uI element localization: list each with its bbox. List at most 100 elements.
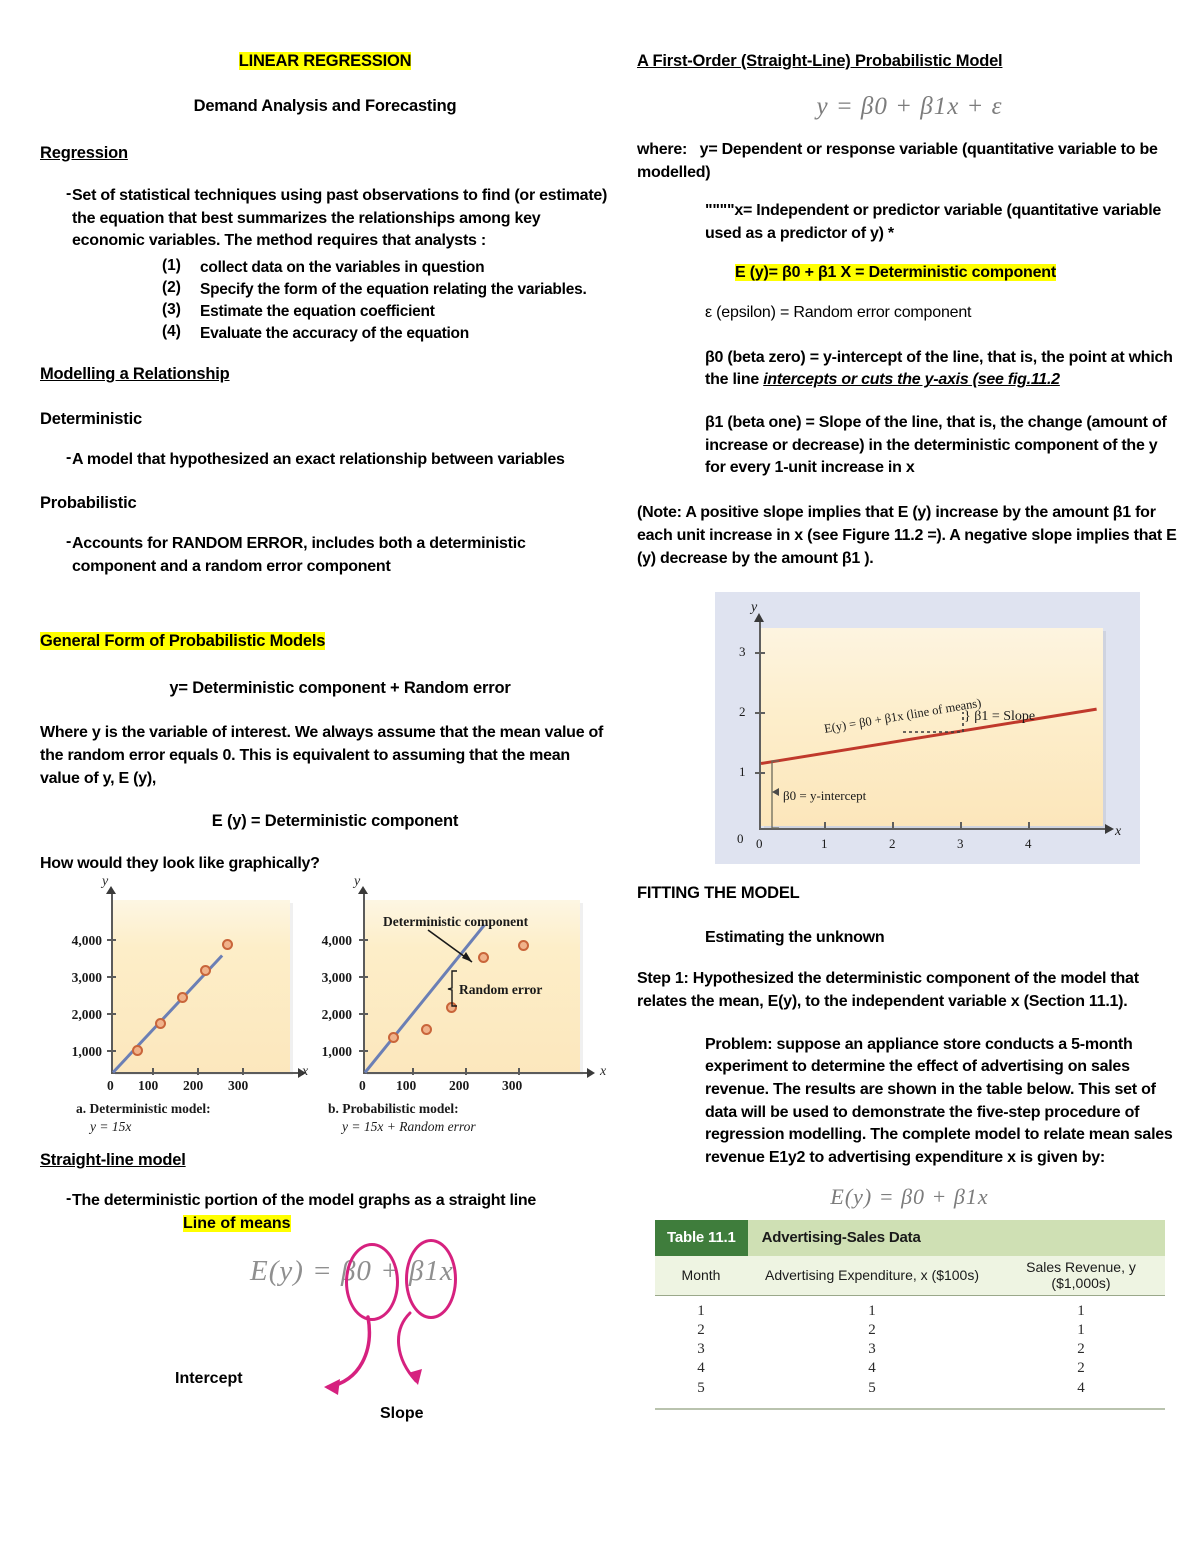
- step-number: (3): [162, 301, 181, 319]
- cell-advertising: 5: [868, 1379, 876, 1396]
- y-tick-mark: [359, 939, 368, 942]
- x-axis-arrow-icon: [587, 1068, 595, 1079]
- brace-icon: [447, 970, 457, 1007]
- y-tick-label: 4,000: [71, 933, 102, 949]
- y-tick-label: 3,000: [321, 970, 352, 986]
- page-title-text: LINEAR REGRESSION: [238, 52, 412, 70]
- table-column-headers: Month Advertising Expenditure, x ($100s)…: [655, 1255, 1165, 1296]
- y-axis: [111, 892, 113, 1075]
- heading-general-form: General Form of Probabilistic Models: [40, 632, 610, 651]
- cell-month: 2: [697, 1322, 705, 1338]
- x-tick-label: 300: [502, 1078, 523, 1094]
- x-tick-mark: [892, 822, 894, 831]
- table-header-bar: Table 11.1 Advertising-Sales Data: [655, 1219, 1165, 1256]
- table-row: 2 2 1: [655, 1321, 1165, 1340]
- chart-caption-equation: y = 15x: [90, 1119, 132, 1135]
- x-tick-mark: [960, 822, 962, 831]
- ey-deterministic-equation: E (y) = Deterministic component: [211, 812, 459, 831]
- deterministic-bullet-text: A model that hypothesized an exact relat…: [72, 451, 565, 469]
- x-tick-label: 200: [449, 1078, 470, 1094]
- chart-caption-title: a. Deterministic model:: [76, 1101, 211, 1117]
- x-tick-label: 100: [138, 1078, 159, 1094]
- x-tick-label: 0: [756, 836, 763, 852]
- y-tick-mark: [359, 1050, 368, 1053]
- beta1-circle-annotation: [405, 1238, 457, 1319]
- epsilon-definition: ε (epsilon) = Random error component: [705, 303, 972, 321]
- x-tick-mark: [152, 1068, 154, 1076]
- cell-advertising: 1: [868, 1302, 876, 1319]
- step-text: collect data on the variables in questio…: [200, 259, 485, 277]
- regression-steps-list: (1) collect data on the variables in que…: [40, 257, 610, 345]
- y-tick-mark: [107, 939, 116, 942]
- bullet-dash-icon: -: [66, 532, 72, 550]
- heading-deterministic: Deterministic: [40, 410, 142, 429]
- y-tick-mark: [755, 772, 765, 775]
- beta0-definition: β0 (beta zero) = y-intercept of the line…: [637, 347, 1182, 392]
- cell-sales: 4: [1077, 1379, 1085, 1396]
- bullet-dash-icon: -: [66, 1190, 72, 1208]
- heading-first-order-model: A First-Order (Straight-Line) Probabilis…: [637, 52, 1003, 70]
- x-tick-mark: [197, 1068, 199, 1076]
- heading-straight-line-model: Straight-line model: [40, 1151, 186, 1170]
- cell-advertising: 2: [868, 1322, 876, 1338]
- step-text: Evaluate the accuracy of the equation: [200, 325, 469, 343]
- step1-paragraph: Step 1: Hypothesized the deterministic c…: [637, 970, 1139, 1010]
- y-tick-mark: [107, 976, 116, 979]
- advertising-sales-data-table: Table 11.1 Advertising-Sales Data Month …: [655, 1219, 1165, 1410]
- deterministic-component-highlight: E (y)= β0 + β1 X = Deterministic compone…: [637, 263, 1182, 282]
- bullet-dash-icon: -: [66, 449, 72, 467]
- cell-advertising: 3: [868, 1341, 876, 1358]
- y-tick-label: 1,000: [321, 1044, 352, 1060]
- table-row: 1 1 1: [655, 1302, 1165, 1321]
- list-item: (1) collect data on the variables in que…: [162, 257, 610, 279]
- heading-estimating-unknown: Estimating the unknown: [705, 929, 885, 947]
- x-tick-label: 3: [957, 836, 964, 852]
- list-item: (3) Estimate the equation coefficient: [162, 301, 610, 323]
- x-tick-mark: [518, 1068, 520, 1076]
- table-body: 1 1 1 2 2 1 3 3 2 4 4 2 5 5 4: [655, 1295, 1165, 1410]
- page-title: LINEAR REGRESSION: [40, 52, 610, 71]
- where-y-paragraph: Where y is the variable of interest. We …: [40, 724, 604, 787]
- list-item: (4) Evaluate the accuracy of the equatio…: [162, 323, 610, 345]
- x-tick-label: 1: [821, 836, 828, 852]
- regression-bullet-text: Set of statistical techniques using past…: [72, 187, 608, 250]
- heading-general-form-text: General Form of Probabilistic Models: [40, 632, 326, 651]
- probabilistic-bullet-text: Accounts for RANDOM ERROR, includes both…: [72, 534, 526, 575]
- y-tick-label: 3,000: [71, 970, 102, 986]
- line-of-means-annotation-figure: Line of means E(y) = β0 + β1x Intercept …: [40, 1214, 600, 1430]
- x-tick-label: 300: [228, 1078, 249, 1094]
- probabilistic-bullet: - Accounts for RANDOM ERROR, includes bo…: [40, 533, 610, 578]
- x-axis-label: x: [302, 1064, 309, 1080]
- problem-paragraph: Problem: suppose an appliance store cond…: [705, 1035, 1173, 1167]
- intercept-annotation: β0 = y-intercept: [783, 788, 867, 804]
- x-axis: [111, 1072, 301, 1075]
- column-header-sales: Sales Revenue, y ($1,000s): [1026, 1259, 1136, 1292]
- cell-month: 3: [697, 1341, 705, 1358]
- x-definition-paragraph: """"x= Independent or predictor variable…: [705, 202, 1162, 243]
- deterministic-bullet: - A model that hypothesized an exact rel…: [40, 449, 610, 472]
- x-tick-mark: [1028, 822, 1030, 831]
- x-tick-mark: [242, 1068, 244, 1076]
- x-tick-label: 2: [889, 836, 896, 852]
- y-tick-label: 2,000: [321, 1007, 352, 1023]
- y-tick-label: 1: [739, 764, 746, 780]
- annotation-random-error: Random error: [459, 982, 543, 998]
- y-axis-label: y: [751, 600, 758, 616]
- column-header-advertising: Advertising Expenditure, x ($100s): [765, 1267, 979, 1284]
- line-of-means-chart: y x 0 1 2 3 0 1 2 3 4 β0 = y-intercept E…: [715, 592, 1140, 865]
- step-number: (2): [162, 279, 181, 297]
- cell-sales: 1: [1077, 1302, 1085, 1319]
- y-tick-mark: [755, 652, 765, 655]
- line-of-means-label-text: Line of means: [183, 1214, 291, 1232]
- heading-modelling-relationship: Modelling a Relationship: [40, 365, 230, 384]
- cell-month: 4: [697, 1360, 705, 1377]
- y-definition-text: y= Dependent or response variable (quant…: [637, 141, 1158, 181]
- cell-advertising: 4: [868, 1360, 876, 1377]
- x-tick-mark: [824, 822, 826, 831]
- x-axis: [759, 828, 1107, 831]
- graphically-question: How would they look like graphically?: [40, 855, 320, 873]
- chart-caption-title: b. Probabilistic model:: [328, 1101, 459, 1117]
- note-paragraph: (Note: A positive slope implies that E (…: [637, 504, 1177, 567]
- y-axis: [363, 892, 365, 1075]
- table-row: 4 4 2: [655, 1359, 1165, 1378]
